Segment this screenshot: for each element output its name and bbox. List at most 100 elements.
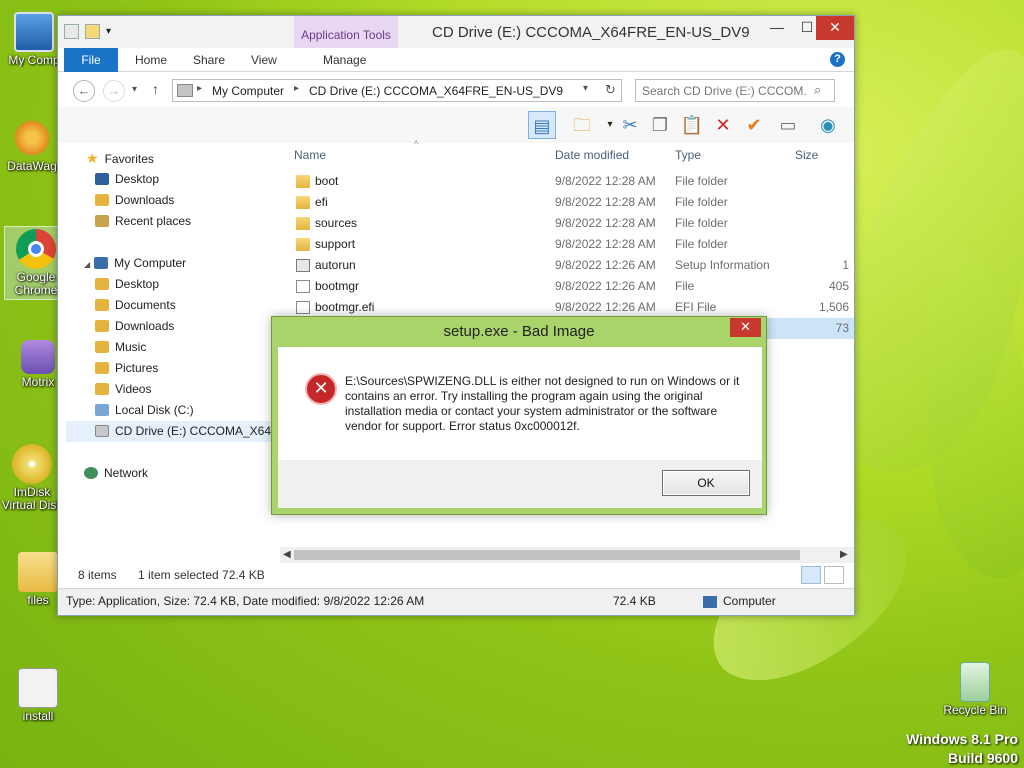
scroll-left-icon[interactable]: ◀ — [283, 547, 291, 563]
chrome-icon — [16, 229, 56, 269]
collapse-icon[interactable]: ◢ — [84, 260, 90, 269]
details-size: 72.4 KB — [613, 594, 656, 608]
close-button[interactable]: ✕ — [816, 16, 854, 40]
desktop-icon-label: ImDisk Virtual Disk Driver — [1, 486, 63, 512]
file-icon — [296, 301, 310, 314]
delete-icon[interactable]: ✕ — [709, 111, 737, 139]
quick-access-toolbar: ▾ — [64, 24, 121, 39]
command-toolbar: ▤ 🗀 ▾ ✂ ❐ 📋 ✕ ✔ ▭ ◉ — [58, 107, 854, 143]
column-date-modified[interactable]: Date modified — [555, 143, 629, 167]
folder-icon — [296, 196, 310, 209]
recent-locations-dropdown[interactable]: ▾ — [132, 84, 137, 95]
nav-cd-drive[interactable]: CD Drive (E:) CCCOMA_X64FRE_EN-US_DV9 — [66, 421, 369, 442]
scroll-right-icon[interactable]: ▶ — [840, 547, 848, 563]
desktop-icon-datawag[interactable]: DataWag — [0, 118, 64, 173]
tab-view[interactable]: View — [251, 48, 277, 72]
ok-button[interactable]: OK — [662, 470, 750, 496]
properties-icon[interactable]: ◉ — [814, 111, 842, 139]
file-date: 9/8/2022 12:28 AM — [555, 195, 656, 209]
breadcrumb-separator-icon: ▸ — [294, 83, 300, 94]
customize-qat-icon[interactable]: ▾ — [106, 24, 121, 39]
nav-documents[interactable]: Documents — [95, 295, 176, 316]
nav-my-computer[interactable]: ◢ My Computer — [84, 253, 186, 274]
address-row: ← → ▾ ↑ ▸ My Computer ▸ CD Drive (E:) CC… — [58, 73, 854, 107]
breadcrumb-current[interactable]: CD Drive (E:) CCCOMA_X64FRE_EN-US_DV9 — [309, 84, 563, 98]
nav-music[interactable]: Music — [95, 337, 146, 358]
documents-icon — [95, 299, 109, 311]
horizontal-scrollbar[interactable]: ◀ ▶ — [280, 547, 854, 563]
dialog-footer: OK — [278, 460, 762, 508]
installer-icon — [18, 668, 58, 708]
watermark-build: Build 9600 — [947, 750, 1018, 766]
back-button[interactable]: ← — [73, 80, 95, 102]
checkmark-icon[interactable]: ✔ — [740, 111, 768, 139]
downloads-icon — [95, 320, 109, 332]
up-button[interactable]: ↑ — [152, 81, 159, 97]
forward-button[interactable]: → — [103, 80, 125, 102]
new-folder-icon[interactable] — [85, 24, 100, 39]
nav-fav-recent-places[interactable]: Recent places — [95, 211, 191, 232]
search-icon[interactable]: ⌕ — [814, 82, 821, 98]
nav-desktop[interactable]: Desktop — [95, 274, 159, 295]
file-name: boot — [315, 174, 339, 188]
file-row[interactable]: autorun 9/8/2022 12:26 AM Setup Informat… — [286, 255, 854, 276]
dialog-title: setup.exe - Bad Image — [443, 323, 595, 340]
nav-videos[interactable]: Videos — [95, 379, 151, 400]
nav-fav-desktop[interactable]: Desktop — [95, 169, 159, 190]
properties-icon[interactable] — [64, 24, 79, 39]
network-icon — [84, 467, 98, 479]
tab-manage[interactable]: Manage — [323, 48, 366, 72]
paste-icon[interactable]: 📋 — [678, 111, 706, 139]
nav-local-disk[interactable]: Local Disk (C:) — [95, 400, 194, 421]
folder-icon — [18, 552, 58, 592]
folder-icon — [296, 175, 310, 188]
move-to-icon[interactable]: 🗀 — [568, 111, 596, 139]
nav-downloads[interactable]: Downloads — [95, 316, 174, 337]
column-name[interactable]: Name — [294, 143, 326, 167]
cut-icon[interactable]: ✂ — [616, 111, 644, 139]
desktop-icon-recycle-bin[interactable]: Recycle Bin — [943, 662, 1007, 717]
ribbon-tabs: File Home Share View Manage ? — [58, 48, 854, 72]
address-bar[interactable]: ▸ My Computer ▸ CD Drive (E:) CCCOMA_X64… — [172, 79, 622, 102]
details-view-icon[interactable] — [801, 566, 821, 584]
cd-drive-icon — [95, 425, 109, 437]
refresh-icon[interactable]: ↻ — [605, 82, 616, 98]
minimize-button[interactable]: — — [762, 16, 792, 40]
nav-fav-downloads[interactable]: Downloads — [95, 190, 174, 211]
file-row[interactable]: sources 9/8/2022 12:28 AM File folder — [286, 213, 854, 234]
file-row[interactable]: efi 9/8/2022 12:28 AM File folder — [286, 192, 854, 213]
tab-home[interactable]: Home — [135, 48, 167, 72]
breadcrumb-my-computer[interactable]: My Computer — [212, 84, 284, 98]
dialog-close-button[interactable]: ✕ — [730, 318, 761, 337]
tab-share[interactable]: Share — [193, 48, 225, 72]
file-name: bootmgr — [315, 279, 360, 293]
address-dropdown-icon[interactable]: ▾ — [583, 83, 588, 94]
scrollbar-thumb[interactable] — [294, 550, 800, 560]
copy-icon[interactable]: ❐ — [646, 111, 674, 139]
nav-network[interactable]: Network — [84, 463, 148, 484]
help-icon[interactable]: ? — [830, 52, 845, 67]
datawagon-icon — [12, 118, 52, 158]
file-row[interactable]: boot 9/8/2022 12:28 AM File folder — [286, 171, 854, 192]
desktop-icon — [95, 173, 109, 185]
rename-icon[interactable]: ▭ — [774, 111, 802, 139]
breadcrumb-separator-icon: ▸ — [197, 83, 203, 94]
music-icon — [95, 341, 109, 353]
nav-favorites[interactable]: ★ Favorites — [86, 148, 154, 169]
desktop-icon-install[interactable]: install — [6, 668, 70, 723]
search-input[interactable] — [636, 80, 806, 101]
file-row[interactable]: bootmgr 9/8/2022 12:26 AM File 405 — [286, 276, 854, 297]
folder-icon — [296, 238, 310, 251]
large-icons-view-icon[interactable] — [824, 566, 844, 584]
nav-pictures[interactable]: Pictures — [95, 358, 158, 379]
column-size[interactable]: Size — [795, 143, 818, 167]
file-date: 9/8/2022 12:26 AM — [555, 258, 656, 272]
preview-pane-icon[interactable]: ▤ — [528, 111, 556, 139]
desktop-icon-imdisk[interactable]: ImDisk Virtual Disk Driver — [0, 444, 64, 512]
tab-file[interactable]: File — [64, 48, 118, 72]
file-row[interactable]: support 9/8/2022 12:28 AM File folder — [286, 234, 854, 255]
file-date: 9/8/2022 12:28 AM — [555, 237, 656, 251]
file-type: File folder — [675, 174, 728, 188]
column-type[interactable]: Type — [675, 143, 701, 167]
file-row[interactable]: bootmgr.efi 9/8/2022 12:26 AM EFI File 1… — [286, 297, 854, 318]
